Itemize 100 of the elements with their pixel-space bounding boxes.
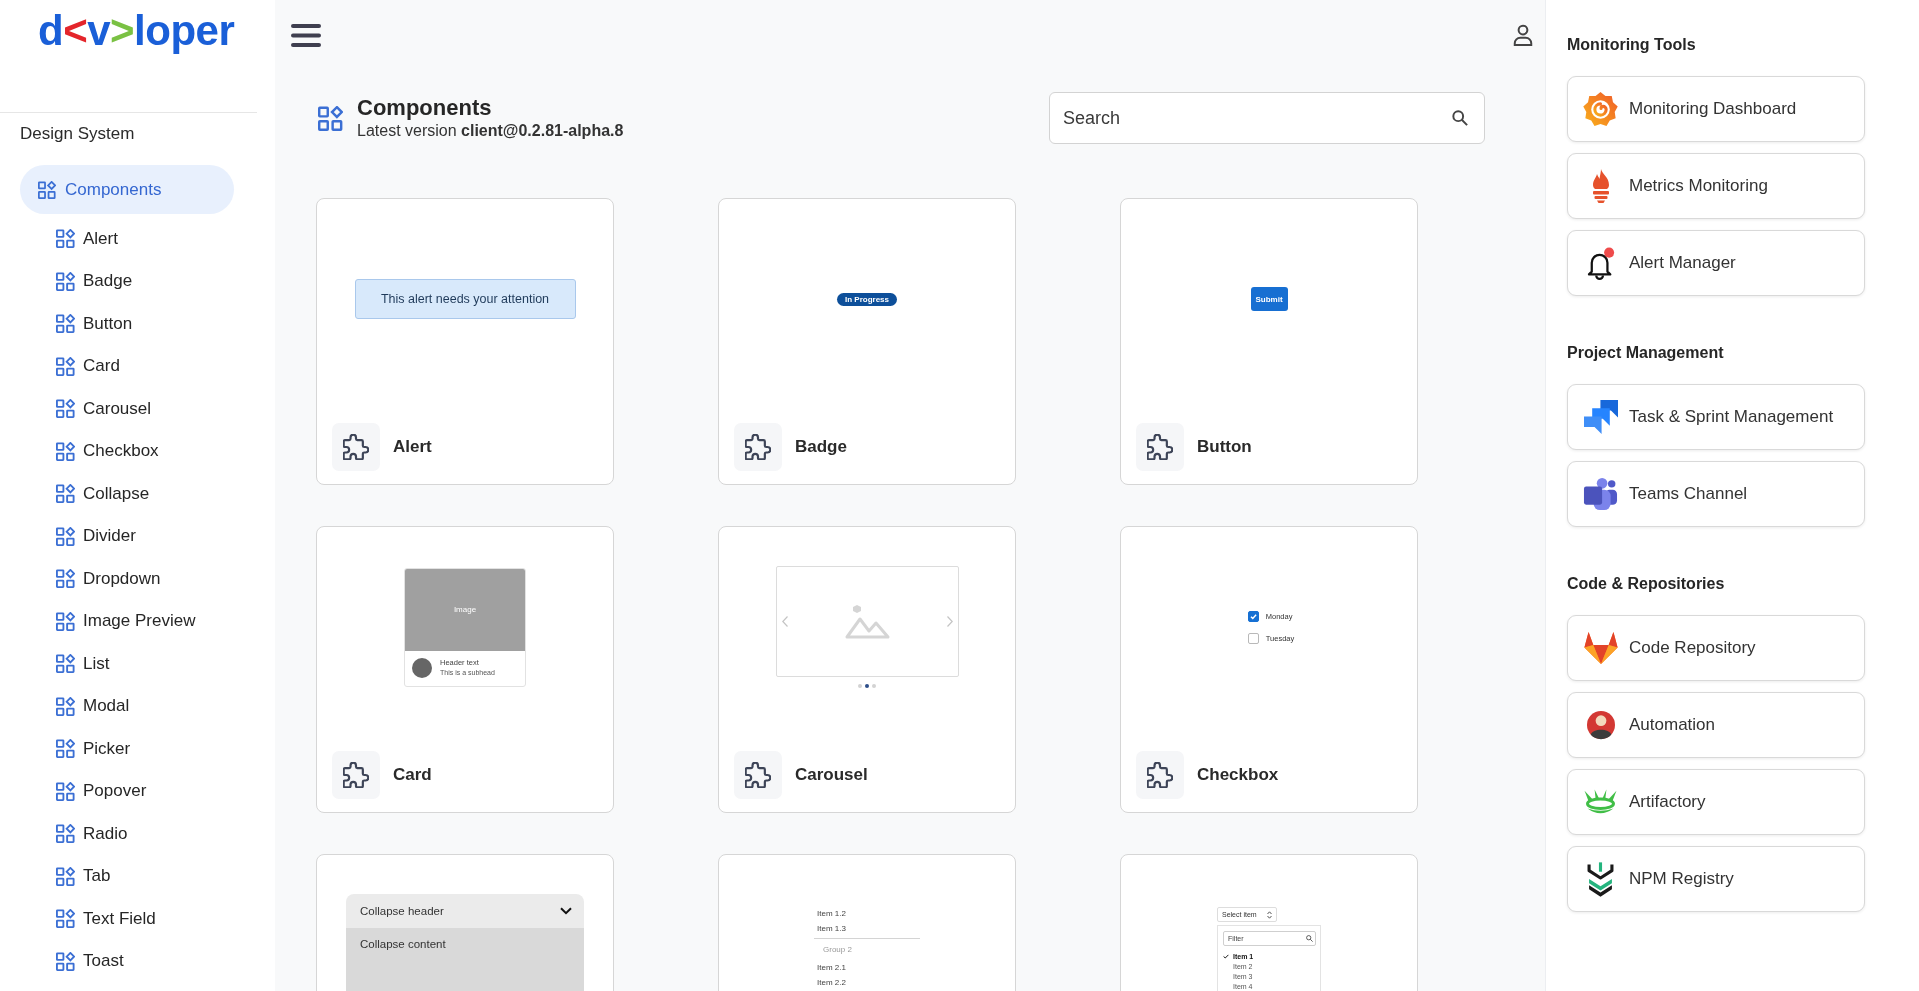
chevron-stack-icon [1587,861,1614,897]
widgets-icon [38,180,56,199]
status-badge: In Progress [837,292,897,306]
component-card[interactable]: This alert needs your attention Alert [316,198,614,485]
sidebar-item[interactable]: Image Preview [20,600,234,643]
tool-link[interactable]: Automation [1567,692,1865,758]
sidebar-item[interactable]: Modal [20,685,234,728]
sidebar-item[interactable]: Badge [20,260,234,303]
splash-icon [1583,789,1618,815]
widgets-icon [56,569,75,589]
logo[interactable]: d<v>loper [38,7,235,55]
sidebar-item[interactable]: Radio [20,812,234,855]
people-tile-icon [1583,478,1618,510]
carousel-dot[interactable] [872,684,876,688]
card-title: Badge [795,437,847,457]
check-icon [1223,953,1229,959]
sidebar-item[interactable]: Card [20,345,234,388]
tool-link[interactable]: Task & Sprint Management [1567,384,1865,450]
section-heading: Project Management [1567,343,1724,363]
sidebar-item[interactable]: Checkbox [20,430,234,473]
sidebar-item[interactable]: Popover [20,770,234,813]
widgets-icon [56,909,75,929]
section-heading: Code & Repositories [1567,574,1725,594]
entry-row[interactable]: Item 2.2 [814,976,920,989]
entry-row[interactable]: Item 2.1 [814,961,920,974]
card-title: Card [393,765,432,785]
puzzle-icon [1136,423,1184,471]
widgets-icon [56,951,75,971]
sidebar-item[interactable]: Button [20,302,234,345]
menu-icon[interactable] [291,23,321,47]
layered-arrow-icon [1583,400,1618,434]
sidebar-item[interactable]: Text Field [20,897,234,940]
widgets-icon [56,271,75,291]
widgets-icon [56,611,75,631]
sidebar-item[interactable]: Divider [20,515,234,558]
section-title: Design System [20,123,135,145]
widgets-icon [56,314,75,334]
widgets-icon [56,696,75,716]
sidebar-item[interactable]: Collapse [20,472,234,515]
version-text: Latest version client@0.2.81-alpha.8 [357,121,624,141]
tool-link[interactable]: Teams Channel [1567,461,1865,527]
sidebar-item[interactable]: Toast [20,940,234,983]
puzzle-icon [734,423,782,471]
entry-row[interactable]: Item 1.3 [814,922,920,935]
widgets-icon [318,105,343,131]
sidebar-item[interactable]: Alert [20,217,234,260]
swirl-gear-icon [1583,91,1618,127]
page-title: Components [357,95,493,121]
widgets-icon [56,739,75,759]
submit-button[interactable]: Submit [1250,287,1288,311]
widgets-icon [56,484,75,504]
person-badge-icon [1586,710,1615,740]
puzzle-icon [1136,751,1184,799]
widgets-icon [56,399,75,419]
flame-icon [1590,169,1611,203]
sidebar-item[interactable]: Picker [20,727,234,770]
widgets-icon [56,441,75,461]
puzzle-icon [734,751,782,799]
tool-link[interactable]: Code Repository [1567,615,1865,681]
widgets-icon [56,229,75,249]
widgets-icon [56,654,75,674]
collapse-header[interactable]: Collapse header [346,894,584,928]
checkbox[interactable] [1247,610,1259,622]
sidebar-item[interactable]: List [20,642,234,685]
widgets-icon [56,356,75,376]
search-field[interactable]: Search [1049,92,1485,144]
tool-link[interactable]: Monitoring Dashboard [1567,76,1865,142]
card-title: Carousel [795,765,868,785]
chevron-down-icon [560,907,572,915]
tool-link[interactable]: Metrics Monitoring [1567,153,1865,219]
sidebar-item[interactable]: Tab [20,855,234,898]
alert-banner: This alert needs your attention [354,279,576,319]
image-placeholder: Image [405,568,525,651]
bell-icon [1586,246,1615,280]
component-card[interactable]: Collapse header Collapse content [316,854,614,991]
search-icon[interactable] [1452,110,1468,126]
tool-link[interactable]: Artifactory [1567,769,1865,835]
entry-row[interactable]: Item 1.2 [814,907,920,920]
component-card[interactable]: Submit Button [1120,198,1418,485]
tool-link[interactable]: NPM Registry [1567,846,1865,912]
sidebar-item[interactable]: Dropdown [20,557,234,600]
component-card[interactable]: In Progress Badge [718,198,1016,485]
collapse-content: Collapse content [346,928,584,991]
card-title: Button [1197,437,1252,457]
carousel-dot[interactable] [865,684,869,688]
section-heading: Monitoring Tools [1567,35,1696,55]
widgets-icon [56,824,75,844]
carousel-dot[interactable] [858,684,862,688]
avatar-icon [412,657,432,678]
checkbox[interactable] [1247,632,1259,644]
sidebar-item[interactable]: Components [20,165,234,214]
widgets-icon [56,866,75,886]
user-icon[interactable] [1513,24,1533,46]
fox-head-icon [1583,632,1618,664]
sidebar-item[interactable]: Carousel [20,387,234,430]
widgets-icon [56,781,75,801]
card-title: Checkbox [1197,765,1279,785]
tool-link[interactable]: Alert Manager [1567,230,1865,296]
component-card[interactable]: Item 1.2 Item 1.3 Group 2 Item 2.1 Item 2.2 [718,854,1016,991]
component-card[interactable]: Carousel [718,526,1016,813]
